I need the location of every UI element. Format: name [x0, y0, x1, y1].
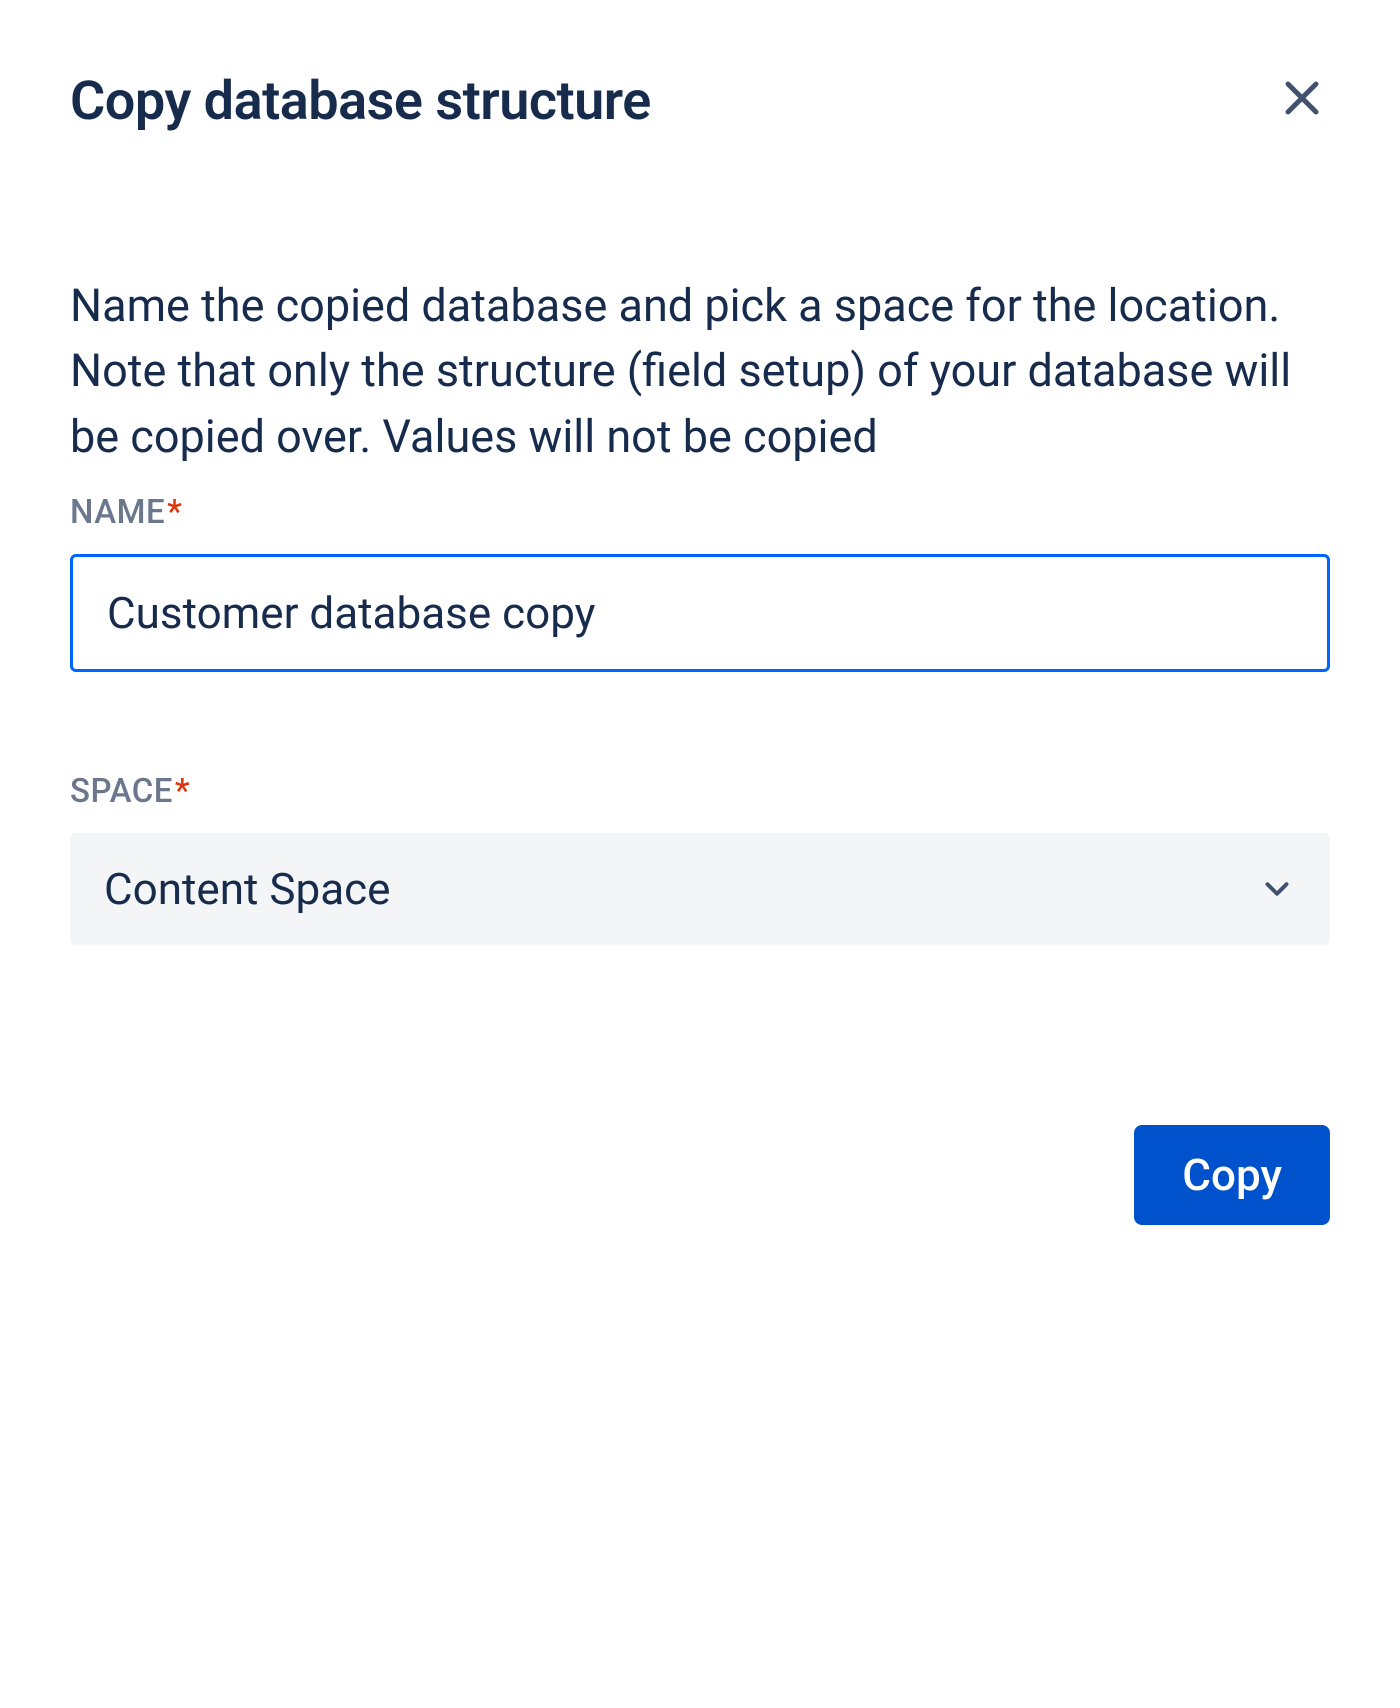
name-input-wrapper	[70, 554, 1330, 672]
close-icon	[1278, 74, 1326, 122]
dialog-actions: Copy	[70, 1125, 1330, 1225]
dialog-header: Copy database structure	[70, 70, 1330, 133]
name-input[interactable]	[70, 554, 1330, 672]
copy-database-dialog: Copy database structure Name the copied …	[70, 70, 1330, 1225]
required-marker: *	[175, 772, 190, 811]
dialog-description: Name the copied database and pick a spac…	[70, 273, 1330, 469]
space-select[interactable]: Content Space	[70, 833, 1330, 945]
required-marker: *	[167, 493, 182, 532]
space-field-label: SPACE*	[70, 772, 1330, 811]
close-button[interactable]	[1274, 70, 1330, 126]
copy-button[interactable]: Copy	[1134, 1125, 1330, 1225]
chevron-down-icon	[1258, 870, 1296, 908]
space-select-wrapper: Content Space	[70, 833, 1330, 945]
dialog-title: Copy database structure	[70, 70, 651, 133]
space-select-value: Content Space	[104, 863, 391, 915]
name-field-label: NAME*	[70, 493, 1330, 532]
